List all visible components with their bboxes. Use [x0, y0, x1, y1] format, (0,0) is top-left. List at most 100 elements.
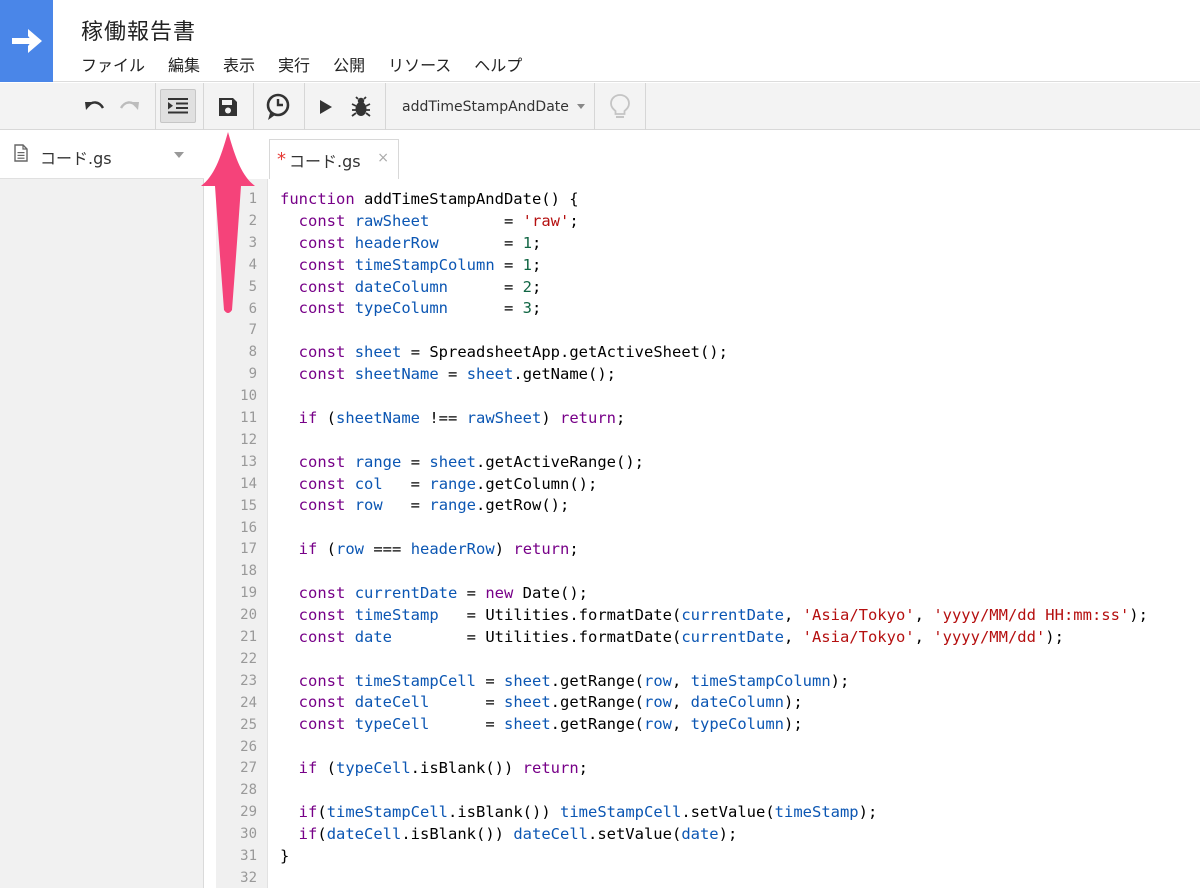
toolbar-divider [203, 83, 204, 130]
line-number: 20 [240, 607, 257, 624]
menu-file[interactable]: ファイル [81, 52, 145, 76]
code-line[interactable]: const typeColumn = 3; [280, 298, 1148, 320]
line-number: 9 [248, 366, 257, 383]
bug-icon [351, 95, 371, 117]
line-number: 26 [240, 738, 257, 755]
code-line[interactable]: } [280, 846, 1148, 868]
menu-view[interactable]: 表示 [223, 52, 255, 76]
function-select[interactable]: addTimeStampAndDate [402, 83, 585, 130]
suggestions-button[interactable] [600, 83, 640, 130]
line-number: 12 [240, 431, 257, 448]
code-line[interactable]: if(dateCell.isBlank()) dateCell.setValue… [280, 824, 1148, 846]
triggers-button[interactable] [260, 83, 296, 130]
menu-edit[interactable]: 編集 [168, 52, 200, 76]
line-number: 28 [240, 782, 257, 799]
code-line[interactable]: const timeStampColumn = 1; [280, 255, 1148, 277]
code-line[interactable]: const headerRow = 1; [280, 233, 1148, 255]
code-line[interactable]: if (typeCell.isBlank()) return; [280, 758, 1148, 780]
redo-button[interactable] [114, 83, 144, 130]
line-number: 31 [240, 848, 257, 864]
line-number: 14 [240, 475, 257, 492]
tab-strip: * コード.gs × [205, 131, 1200, 179]
code-line[interactable]: const typeCell = sheet.getRange(row, typ… [280, 714, 1148, 736]
code-line[interactable]: const rawSheet = 'raw'; [280, 211, 1148, 233]
file-menu-chevron-icon[interactable] [174, 152, 184, 158]
lightbulb-icon [610, 93, 630, 118]
code-line[interactable]: if(timeStampCell.isBlank()) timeStampCel… [280, 802, 1148, 824]
line-number: 19 [240, 585, 257, 602]
close-icon[interactable]: × [377, 150, 389, 166]
code-line[interactable]: ​ [280, 386, 1148, 408]
app-header: 稼働報告書 ファイル 編集 表示 実行 公開 リソース ヘルプ [0, 0, 1200, 82]
toolbar-divider [385, 83, 386, 130]
tab-label: コード.gs [289, 151, 361, 171]
code-line[interactable]: const currentDate = new Date(); [280, 583, 1148, 605]
line-number: 22 [240, 650, 257, 667]
line-number: 17 [240, 541, 257, 558]
line-number: 29 [240, 804, 257, 821]
code-line[interactable]: const dateCell = sheet.getRange(row, dat… [280, 692, 1148, 714]
toolbar-divider [304, 83, 305, 130]
line-number: 15 [240, 497, 257, 514]
line-number: 25 [240, 716, 257, 733]
code-line[interactable]: if (row === headerRow) return; [280, 539, 1148, 561]
toolbar-divider [155, 83, 156, 130]
sidebar-file-item[interactable]: コード.gs [0, 131, 204, 179]
code-area[interactable]: function addTimeStampAndDate() { const r… [280, 189, 1148, 888]
code-line[interactable]: const timeStampCell = sheet.getRange(row… [280, 671, 1148, 693]
arrow-right-icon [11, 29, 42, 53]
line-number: 11 [240, 410, 257, 426]
code-line[interactable]: function addTimeStampAndDate() { [280, 189, 1148, 211]
menu-run[interactable]: 実行 [278, 52, 310, 76]
apps-script-logo[interactable] [0, 0, 53, 82]
code-line[interactable]: ​ [280, 517, 1148, 539]
debug-button[interactable] [344, 83, 378, 130]
code-line[interactable]: const date = Utilities.formatDate(curren… [280, 627, 1148, 649]
undo-button[interactable] [80, 83, 110, 130]
code-line[interactable]: ​ [280, 736, 1148, 758]
save-icon [219, 97, 237, 116]
menu-bar: ファイル 編集 表示 実行 公開 リソース ヘルプ [81, 52, 545, 76]
code-line[interactable]: const timeStamp = Utilities.formatDate(c… [280, 605, 1148, 627]
code-line[interactable]: const sheet = SpreadsheetApp.getActiveSh… [280, 342, 1148, 364]
menu-resources[interactable]: リソース [388, 52, 451, 76]
code-line[interactable]: ​ [280, 430, 1148, 452]
file-sidebar: コード.gs [0, 131, 204, 888]
save-button[interactable] [210, 83, 246, 130]
line-number: 13 [240, 453, 257, 470]
code-line[interactable]: const dateColumn = 2; [280, 277, 1148, 299]
code-line[interactable]: const sheetName = sheet.getName(); [280, 364, 1148, 386]
line-number: 16 [240, 519, 257, 536]
line-number: 24 [240, 694, 257, 711]
line-number: 10 [240, 388, 257, 405]
code-line[interactable]: if (sheetName !== rawSheet) return; [280, 408, 1148, 430]
toolbar: addTimeStampAndDate [0, 83, 1200, 130]
line-number: 32 [240, 869, 257, 886]
toolbar-divider [253, 83, 254, 130]
code-line[interactable]: ​ [280, 868, 1148, 888]
code-line[interactable]: ​ [280, 780, 1148, 802]
toolbar-divider [594, 83, 595, 130]
menu-publish[interactable]: 公開 [333, 52, 365, 76]
code-line[interactable]: ​ [280, 649, 1148, 671]
code-line[interactable]: const row = range.getRow(); [280, 495, 1148, 517]
indent-button[interactable] [160, 89, 196, 123]
clock-icon [266, 93, 290, 120]
line-number: 27 [240, 760, 257, 777]
code-line[interactable]: ​ [280, 320, 1148, 342]
menu-help[interactable]: ヘルプ [474, 52, 522, 76]
code-line[interactable]: const range = sheet.getActiveRange(); [280, 452, 1148, 474]
play-icon [320, 99, 332, 114]
line-number: 30 [240, 826, 257, 843]
toolbar-divider [645, 83, 646, 130]
pointer-arrow-annotation [201, 132, 255, 313]
line-number: 18 [240, 563, 257, 580]
run-button[interactable] [312, 83, 340, 130]
undo-icon [85, 100, 105, 110]
project-title[interactable]: 稼働報告書 [81, 14, 196, 46]
code-line[interactable]: const col = range.getColumn(); [280, 474, 1148, 496]
function-select-value: addTimeStampAndDate [402, 98, 569, 115]
code-line[interactable]: ​ [280, 561, 1148, 583]
tab-code-gs[interactable]: * コード.gs × [269, 139, 399, 179]
line-number: 8 [248, 344, 257, 361]
